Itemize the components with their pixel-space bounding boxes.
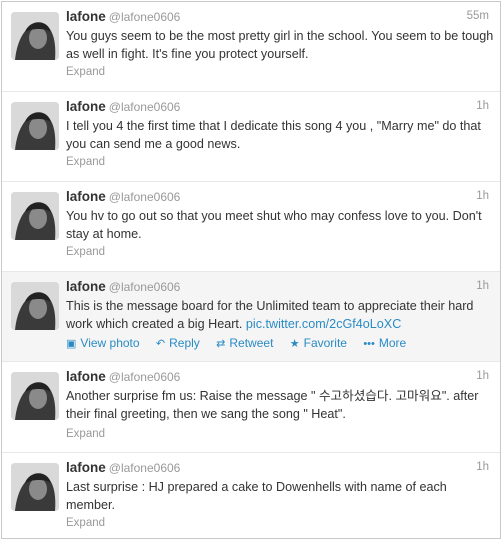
tweet[interactable]: lafone @lafone0606 1h I tell you 4 the fi… [2,92,500,182]
tweet-header: lafone @lafone0606 [66,460,180,478]
reply-button[interactable]: ↶ Reply [156,336,200,350]
author-name[interactable]: lafone [66,279,106,294]
tweet-header: lafone @lafone0606 [66,189,180,207]
author-name[interactable]: lafone [66,369,106,384]
timestamp[interactable]: 1h [476,190,489,202]
avatar[interactable] [11,192,59,240]
more-icon: ••• [363,338,375,350]
tweet[interactable]: lafone @lafone0606 55m You guys seem to b… [2,2,500,92]
timestamp[interactable]: 1h [476,280,489,292]
avatar[interactable] [11,463,59,511]
expand-link[interactable]: Expand [66,246,105,258]
expand-link[interactable]: Expand [66,517,105,529]
tweet-text: Another surprise fm us: Raise the messag… [66,389,479,421]
view-photo-label: View photo [80,336,140,350]
tweet-header: lafone @lafone0606 [66,99,180,117]
photo-icon: ▣ [66,338,77,350]
author-handle[interactable]: @lafone0606 [109,370,181,384]
author-handle[interactable]: @lafone0606 [109,461,181,475]
reply-label: Reply [169,336,200,350]
author-name[interactable]: lafone [66,99,106,114]
timestamp[interactable]: 1h [476,461,489,473]
avatar[interactable] [11,282,59,330]
tweet[interactable]: lafone @lafone0606 1h You hv to go out so… [2,182,500,272]
more-button[interactable]: ••• More [363,336,406,350]
expand-link[interactable]: Expand [66,156,105,168]
reply-icon: ↶ [155,338,166,350]
tweet-text: Last surprise : HJ prepared a cake to Do… [66,480,447,512]
tweet[interactable]: lafone @lafone0606 1h Another surprise fm… [2,362,500,453]
tweet-text: You hv to go out so that you meet shut w… [66,209,482,241]
tweet-header: lafone @lafone0606 [66,9,180,27]
author-name[interactable]: lafone [66,460,106,475]
author-handle[interactable]: @lafone0606 [109,280,181,294]
tweet-text: This is the message board for the Unlimi… [66,297,496,333]
author-handle[interactable]: @lafone0606 [109,100,181,114]
avatar[interactable] [11,102,59,150]
timestamp[interactable]: 1h [476,100,489,112]
timestamp[interactable]: 55m [467,10,489,22]
tweet-text: You guys seem to be the most pretty girl… [66,29,494,61]
timestamp[interactable]: 1h [476,370,489,382]
favorite-label: Favorite [303,336,347,350]
star-icon: ★ [289,338,300,350]
author-name[interactable]: lafone [66,9,106,24]
retweet-button[interactable]: ⇄ Retweet [216,336,273,350]
tweet-header: lafone @lafone0606 [66,279,180,297]
view-photo-button[interactable]: ▣ View photo [66,336,140,350]
avatar[interactable] [11,372,59,420]
tweet-timeline: lafone @lafone0606 55m You guys seem to b… [1,1,501,539]
expand-link[interactable]: Expand [66,66,105,78]
tweet[interactable]: lafone @lafone0606 1h Last surprise : HJ … [2,453,500,538]
tweet-actions: ▣ View photo ↶ Reply ⇄ Retweet ★ Favorite ••… [66,336,419,350]
expand-link[interactable]: Expand [66,428,105,440]
tweet[interactable]: lafone @lafone0606 1h This is the message… [2,272,500,362]
more-label: More [378,336,407,350]
tweet-header: lafone @lafone0606 [66,369,180,387]
favorite-button[interactable]: ★ Favorite [290,336,347,350]
author-handle[interactable]: @lafone0606 [109,190,181,204]
author-name[interactable]: lafone [66,189,106,204]
retweet-icon: ⇄ [216,338,226,350]
avatar[interactable] [11,12,59,60]
photo-link[interactable]: pic.twitter.com/2cGf4oLoXC [246,317,401,331]
retweet-label: Retweet [229,336,274,350]
author-handle[interactable]: @lafone0606 [109,10,181,24]
tweet-text: I tell you 4 the first time that I dedic… [66,119,481,151]
